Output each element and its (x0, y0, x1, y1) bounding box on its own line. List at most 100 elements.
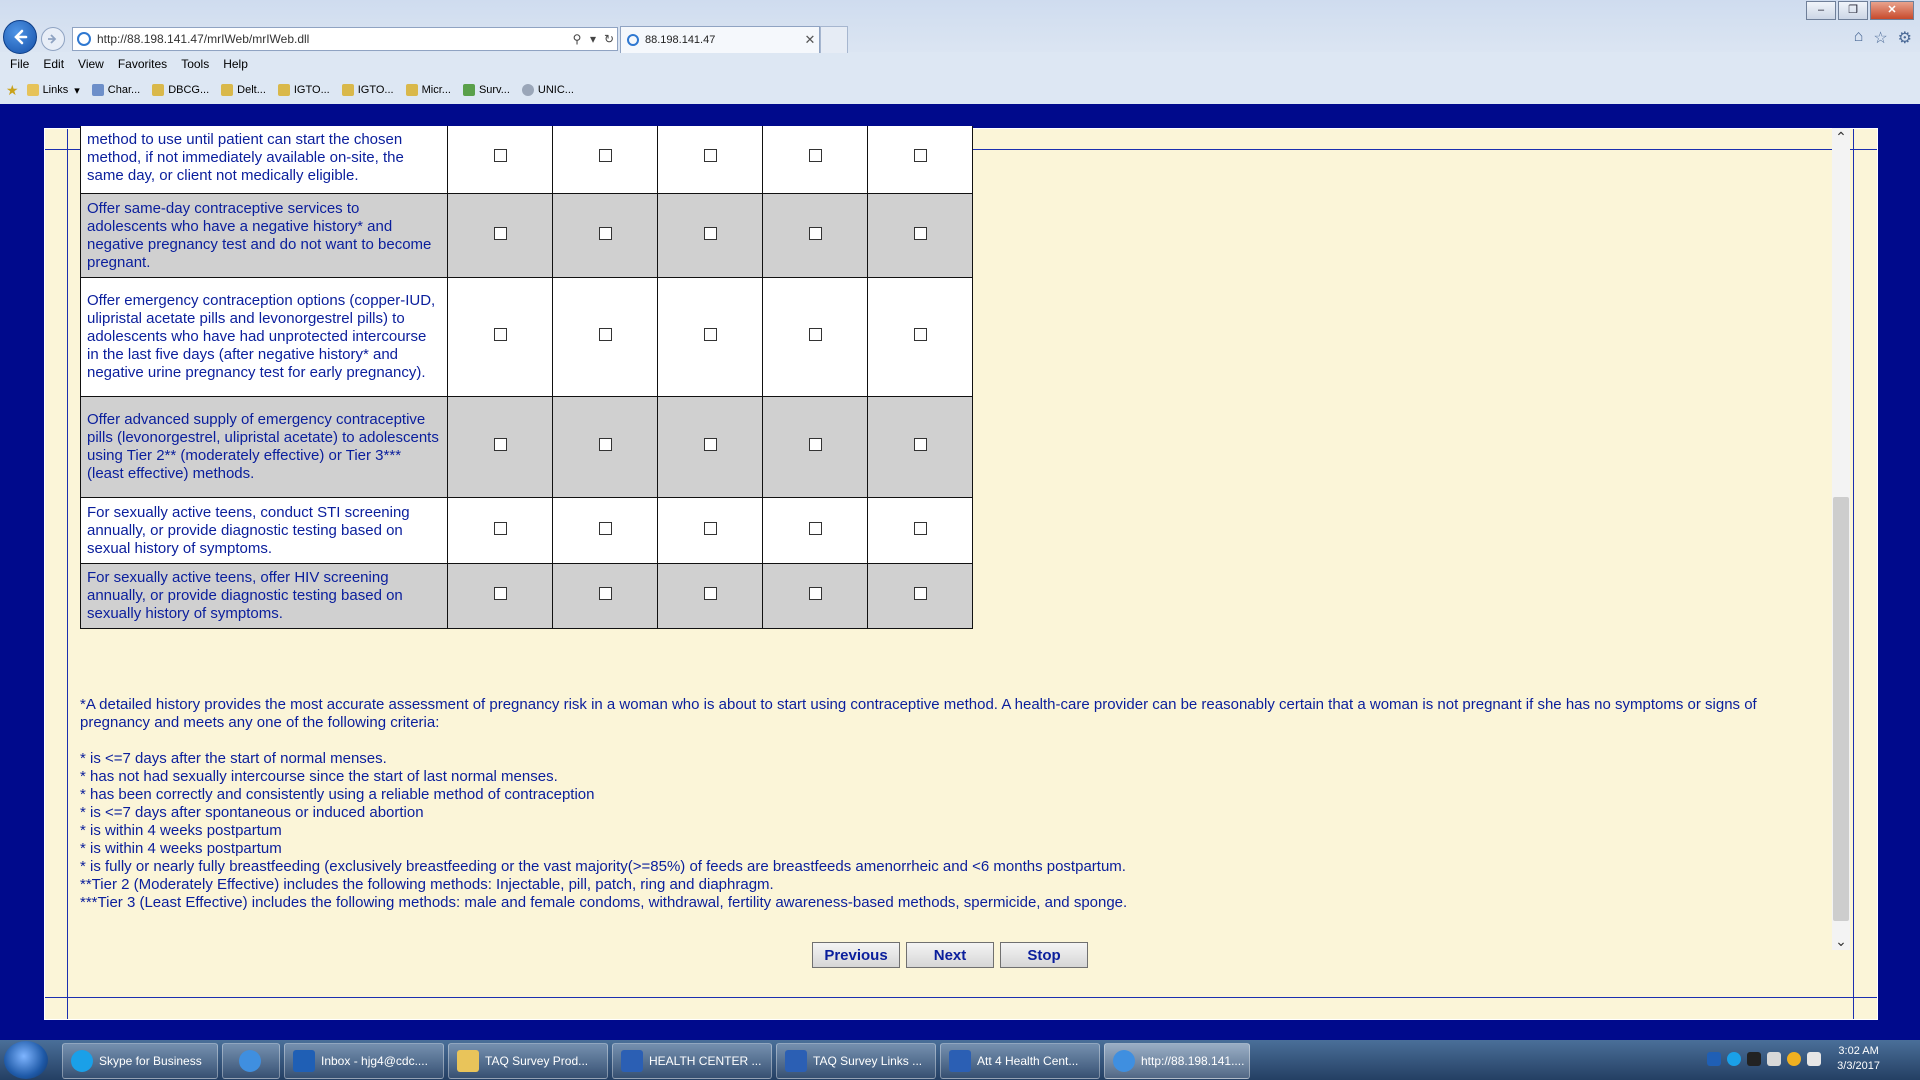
taskbar-item-word-1[interactable]: HEALTH CENTER ... (612, 1043, 772, 1079)
refresh-icon[interactable]: ↻ (601, 32, 617, 46)
taskbar-item-word-2[interactable]: TAQ Survey Links ... (776, 1043, 936, 1079)
new-tab-button[interactable] (820, 26, 848, 53)
checkbox[interactable] (598, 328, 612, 341)
stop-button[interactable]: Stop (1000, 942, 1088, 968)
checkbox[interactable] (703, 438, 717, 451)
taskbar-label: Att 4 Health Cent... (977, 1054, 1079, 1068)
checkbox[interactable] (913, 521, 927, 535)
favorite-item[interactable]: IGTO... (341, 84, 394, 96)
warning-icon[interactable] (1787, 1052, 1802, 1066)
tab-close-icon[interactable]: ✕ (801, 32, 819, 48)
favorite-item[interactable]: UNIC... (521, 84, 574, 96)
favorite-label: Links (42, 84, 69, 96)
menu-tools[interactable]: Tools (181, 57, 209, 71)
favorite-item[interactable]: IGTO... (277, 84, 330, 96)
dropdown-icon[interactable]: ▾ (585, 32, 601, 46)
favorite-item[interactable]: Micr... (405, 84, 451, 96)
address-bar[interactable]: http://88.198.141.47/mrIWeb/mrIWeb.dll ⚲… (72, 27, 618, 51)
favorite-label: Delt... (237, 84, 266, 96)
menu-help[interactable]: Help (223, 57, 248, 71)
checkbox[interactable] (913, 149, 927, 162)
checkbox-cell (867, 396, 973, 498)
favorite-links[interactable]: Links ▾ (26, 84, 80, 97)
checkbox[interactable] (598, 438, 612, 451)
clock[interactable]: 3:02 AM 3/3/2017 (1837, 1044, 1880, 1074)
checkbox[interactable] (493, 149, 507, 162)
maximize-button[interactable]: ❐ (1838, 1, 1868, 20)
favorite-label: IGTO... (293, 84, 330, 96)
checkbox[interactable] (808, 328, 822, 341)
checkbox[interactable] (808, 149, 822, 162)
checkbox[interactable] (808, 438, 822, 451)
checkbox[interactable] (703, 521, 717, 535)
checkbox[interactable] (913, 587, 927, 600)
checkbox[interactable] (913, 226, 927, 240)
app-tray-icon[interactable] (1747, 1052, 1762, 1066)
taskbar-item-browser[interactable]: http://88.198.141.... (1104, 1043, 1250, 1079)
outlook-tray-icon[interactable] (1707, 1052, 1722, 1066)
table-row: For sexually active teens, conduct STI s… (80, 497, 973, 564)
checkbox[interactable] (913, 438, 927, 451)
start-button[interactable] (4, 1041, 48, 1079)
frame-line (1853, 129, 1854, 1019)
scroll-up-icon[interactable]: ⌃ (1832, 128, 1850, 146)
taskbar-label: HEALTH CENTER ... (649, 1054, 762, 1068)
minimize-button[interactable]: – (1806, 1, 1836, 20)
checkbox[interactable] (598, 226, 612, 240)
taskbar-item-outlook[interactable]: Inbox - hjg4@cdc.... (284, 1043, 444, 1079)
favorite-item[interactable]: Delt... (221, 84, 266, 96)
scroll-down-icon[interactable]: ⌄ (1832, 932, 1850, 950)
checkbox[interactable] (598, 587, 612, 600)
taskbar-item-word-3[interactable]: Att 4 Health Cent... (940, 1043, 1100, 1079)
next-button[interactable]: Next (906, 942, 994, 968)
favorite-item[interactable]: DBCG... (152, 84, 209, 96)
checkbox-cell (762, 193, 868, 278)
checkbox[interactable] (808, 521, 822, 535)
search-icon[interactable]: ⚲ (569, 32, 585, 46)
address-url[interactable]: http://88.198.141.47/mrIWeb/mrIWeb.dll (97, 32, 569, 46)
settings-gear-icon[interactable]: ⚙ (1898, 28, 1912, 48)
checkbox[interactable] (493, 328, 507, 341)
vertical-scrollbar[interactable]: ⌃ ⌄ (1832, 128, 1850, 950)
checkbox[interactable] (598, 521, 612, 535)
checkbox[interactable] (703, 328, 717, 341)
home-icon[interactable]: ⌂ (1854, 28, 1864, 48)
skype-tray-icon[interactable] (1727, 1052, 1742, 1066)
taskbar-item-ie[interactable] (222, 1043, 280, 1079)
menu-file[interactable]: File (10, 57, 29, 71)
checkbox[interactable] (913, 328, 927, 341)
taskbar-item-folder[interactable]: TAQ Survey Prod... (448, 1043, 608, 1079)
volume-icon[interactable] (1807, 1052, 1822, 1066)
checkbox-cell (657, 497, 763, 564)
checkbox[interactable] (493, 438, 507, 451)
scrollbar-thumb[interactable] (1833, 497, 1849, 921)
add-favorite-icon[interactable]: ★ (6, 82, 19, 99)
word-icon (785, 1050, 807, 1072)
favorite-item[interactable]: Char... (91, 84, 140, 96)
checkbox[interactable] (703, 226, 717, 240)
checkbox[interactable] (598, 149, 612, 162)
taskbar-item-skype[interactable]: Skype for Business (62, 1043, 218, 1079)
close-window-button[interactable]: ✕ (1870, 1, 1914, 20)
question-text: For sexually active teens, offer HIV scr… (80, 563, 448, 629)
network-icon[interactable] (1767, 1052, 1782, 1066)
menu-favorites[interactable]: Favorites (118, 57, 167, 71)
checkbox[interactable] (808, 226, 822, 240)
checkbox[interactable] (703, 149, 717, 162)
menu-view[interactable]: View (78, 57, 104, 71)
checkbox[interactable] (493, 521, 507, 535)
previous-button[interactable]: Previous (812, 942, 900, 968)
favorites-bar: ★ Links ▾ Char... DBCG... Delt... IGTO...… (0, 80, 1920, 100)
ie-page-icon (77, 32, 91, 46)
browser-tab[interactable]: 88.198.141.47 ✕ (620, 26, 820, 53)
checkbox[interactable] (493, 587, 507, 600)
favorite-item[interactable]: Surv... (462, 84, 510, 96)
checkbox[interactable] (703, 587, 717, 600)
forward-button[interactable] (41, 27, 65, 51)
back-button[interactable] (3, 20, 37, 54)
note-criterion: * has been correctly and consistently us… (80, 786, 595, 803)
menu-edit[interactable]: Edit (43, 57, 64, 71)
favorites-star-icon[interactable]: ☆ (1873, 28, 1887, 48)
checkbox[interactable] (808, 587, 822, 600)
checkbox[interactable] (493, 226, 507, 240)
